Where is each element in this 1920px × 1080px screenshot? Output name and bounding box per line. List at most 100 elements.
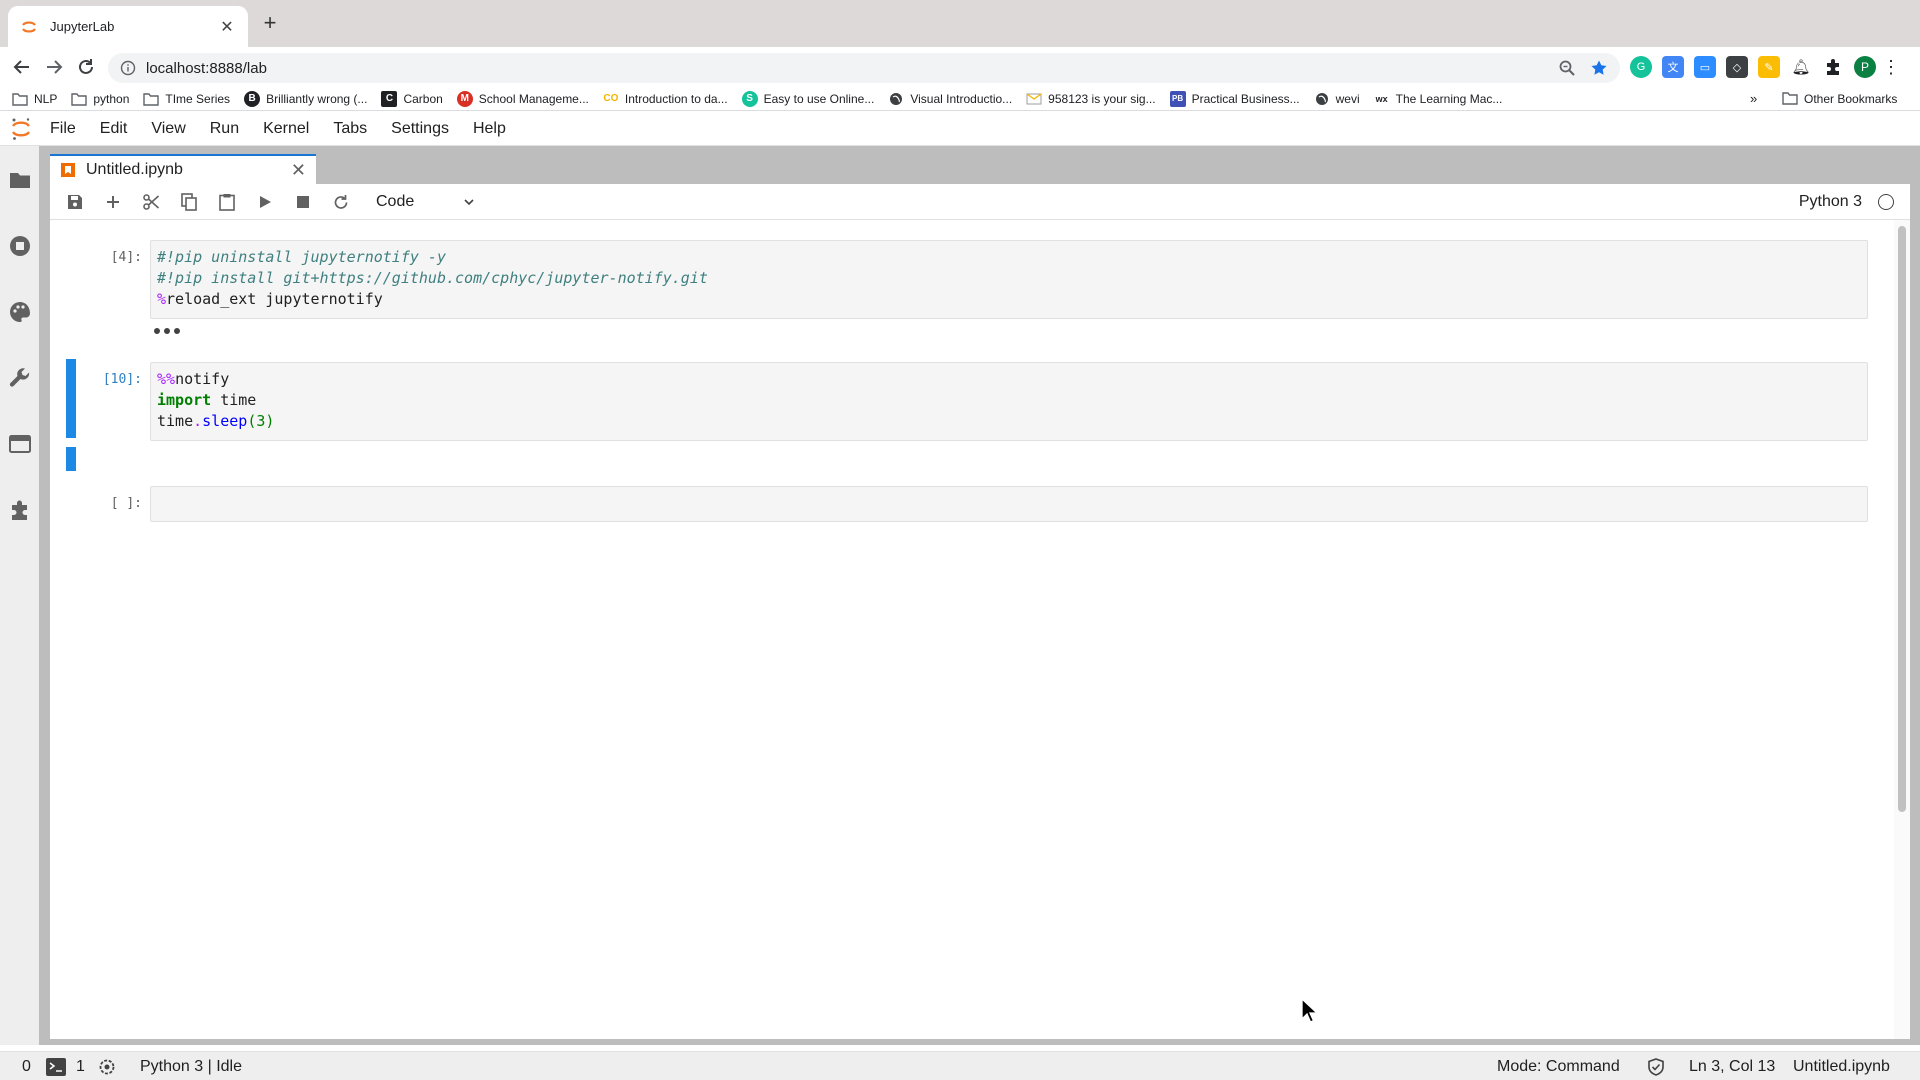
close-tab-icon[interactable]: ✕ — [218, 17, 236, 37]
bookmark-label: Practical Business... — [1191, 91, 1300, 106]
tabs-icon[interactable] — [8, 432, 32, 456]
restart-button[interactable] — [322, 188, 360, 216]
interrupt-button[interactable] — [284, 188, 322, 216]
save-icon — [68, 194, 82, 209]
cell-editor[interactable]: #!pip uninstall jupyternotify -y #!pip i… — [150, 240, 1868, 319]
address-bar[interactable]: localhost:8888/lab — [108, 53, 1620, 83]
wix-logo-icon: wx — [1375, 93, 1388, 104]
output-collapser[interactable] — [66, 447, 76, 471]
cell-editor[interactable]: %%notify import time time.sleep(3) — [150, 362, 1868, 441]
code-extension-icon[interactable]: ◇ — [1726, 56, 1748, 78]
cut-button[interactable] — [132, 188, 170, 216]
bookmark-item[interactable]: wevi — [1314, 91, 1360, 107]
terminal-count[interactable]: 1 — [76, 1058, 85, 1076]
terminal-icon[interactable] — [46, 1058, 66, 1076]
bookmark-item[interactable]: NLP — [12, 91, 57, 107]
plus-icon — [107, 195, 119, 208]
url-text[interactable]: localhost:8888/lab — [146, 60, 1558, 77]
bookmark-label: TIme Series — [165, 91, 231, 106]
globe-icon — [888, 91, 904, 107]
kernel-name[interactable]: Python 3 — [1799, 193, 1862, 211]
s-logo-icon: S — [741, 90, 758, 107]
bookmark-label: The Learning Mac... — [1395, 91, 1503, 106]
browser-tab-title: JupyterLab — [50, 19, 115, 34]
file-browser-icon[interactable] — [8, 168, 32, 192]
notification-bell-icon[interactable]: 🔔︎ — [1790, 56, 1812, 78]
browser-tab[interactable]: JupyterLab ✕ — [8, 6, 248, 47]
stop-icon — [297, 195, 309, 208]
notebook-tab[interactable]: Untitled.ipynb ✕ — [50, 154, 316, 184]
wrench-icon[interactable] — [8, 366, 32, 390]
bookmark-label: python — [93, 91, 130, 106]
profile-avatar[interactable]: P — [1854, 56, 1876, 78]
grammarly-extension-icon[interactable]: G — [1630, 56, 1652, 78]
menu-edit[interactable]: Edit — [88, 120, 140, 138]
folder-icon — [143, 91, 160, 107]
extensions-puzzle-icon[interactable] — [8, 498, 32, 522]
bookmarks-bar: NLP python TIme Series B Brilliantly wron… — [0, 87, 1920, 111]
highlight-extension-icon[interactable]: ✎ — [1758, 56, 1780, 78]
bookmark-item[interactable]: CO Introduction to da... — [603, 91, 728, 107]
co-logo-icon: CO — [603, 93, 619, 104]
other-bookmarks-label: Other Bookmarks — [1804, 92, 1898, 106]
menu-kernel[interactable]: Kernel — [251, 120, 321, 138]
notebook-toolbar: Code Python 3 — [50, 184, 1910, 220]
code-line: #!pip uninstall jupyternotify -y — [157, 248, 446, 266]
palette-icon[interactable] — [8, 300, 32, 324]
browser-menu-icon[interactable]: ⋮ — [1882, 56, 1900, 78]
zoom-icon[interactable] — [1558, 59, 1576, 77]
cell-type-value: Code — [376, 192, 415, 210]
close-notebook-tab-icon[interactable]: ✕ — [291, 160, 306, 181]
play-icon — [260, 195, 271, 208]
input-collapser[interactable] — [66, 359, 76, 438]
insert-cell-button[interactable] — [94, 188, 132, 216]
bookmark-item[interactable]: M School Manageme... — [456, 90, 589, 107]
bookmark-item[interactable]: python — [71, 91, 129, 107]
other-bookmarks[interactable]: Other Bookmarks — [1782, 91, 1897, 107]
collapsed-output-icon[interactable] — [154, 326, 184, 336]
paste-button[interactable] — [208, 188, 246, 216]
running-sessions-icon[interactable] — [8, 234, 32, 258]
menu-file[interactable]: File — [38, 120, 88, 138]
notebook-icon — [61, 163, 75, 177]
bookmark-item[interactable]: C Carbon — [381, 90, 443, 107]
back-icon[interactable] — [10, 55, 34, 79]
scissors-icon — [143, 193, 160, 210]
site-info-icon[interactable] — [120, 60, 136, 76]
forward-icon[interactable] — [42, 55, 66, 79]
run-button[interactable] — [246, 188, 284, 216]
scrollbar-thumb[interactable] — [1898, 226, 1906, 812]
kernel-status-text[interactable]: Python 3 | Idle — [140, 1058, 242, 1076]
bookmark-item[interactable]: PB Practical Business... — [1169, 90, 1300, 107]
trusted-shield-icon[interactable] — [1647, 1058, 1665, 1076]
bookmark-item[interactable]: Visual Introductio... — [888, 91, 1012, 107]
extensions-puzzle-icon[interactable] — [1822, 56, 1844, 78]
new-tab-icon[interactable]: + — [258, 12, 282, 36]
cell-type-dropdown[interactable]: Code — [370, 189, 480, 215]
more-bookmarks-icon[interactable]: » — [1750, 91, 1757, 106]
bookmark-item[interactable]: TIme Series — [143, 91, 230, 107]
restart-icon — [334, 194, 348, 209]
menu-run[interactable]: Run — [198, 120, 251, 138]
bookmark-item[interactable]: B Brilliantly wrong (... — [244, 90, 367, 107]
bookmark-item[interactable]: 958123 is your sig... — [1026, 91, 1156, 107]
bookmark-item[interactable]: S Easy to use Online... — [741, 90, 874, 107]
bookmark-item[interactable]: wx The Learning Mac... — [1374, 91, 1503, 107]
jupyter-logo-icon — [4, 112, 38, 146]
menu-view[interactable]: View — [139, 120, 197, 138]
menu-help[interactable]: Help — [461, 120, 518, 138]
translate-extension-icon[interactable]: 文 — [1662, 56, 1684, 78]
bookmark-label: Introduction to da... — [624, 91, 728, 106]
running-count[interactable]: 0 — [22, 1058, 31, 1076]
reload-icon[interactable] — [74, 55, 98, 79]
menu-tabs[interactable]: Tabs — [321, 120, 379, 138]
globe-icon — [1314, 91, 1330, 107]
zoom-extension-icon[interactable]: ▭ — [1694, 56, 1716, 78]
copy-button[interactable] — [170, 188, 208, 216]
bookmark-star-icon[interactable] — [1590, 59, 1608, 77]
kernel-settings-icon[interactable] — [98, 1058, 116, 1076]
cursor-position[interactable]: Ln 3, Col 13 — [1689, 1058, 1775, 1076]
menu-settings[interactable]: Settings — [379, 120, 461, 138]
cell-editor[interactable] — [150, 486, 1868, 522]
save-button[interactable] — [56, 188, 94, 216]
